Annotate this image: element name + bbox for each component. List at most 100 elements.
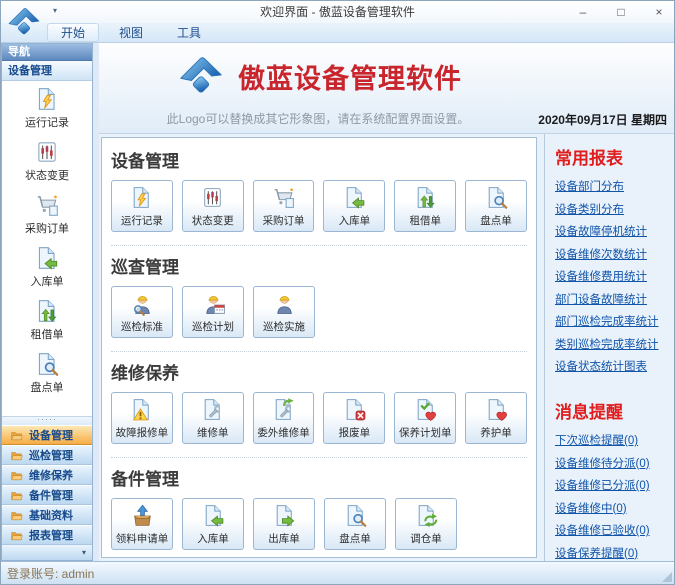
shortcut-button-label: 报废单: [339, 425, 371, 440]
shortcut-button-row: 巡检标准巡检计划巡检实施: [111, 286, 527, 338]
shortcut-button-row: 运行记录 状态变更采购订单入库单租借单 盘点单: [111, 180, 527, 232]
login-account-label: 登录账号: admin: [7, 565, 94, 582]
doc-wrench-icon: [200, 397, 225, 422]
shortcut-button[interactable]: 巡检标准: [111, 286, 173, 338]
shortcut-button[interactable]: 养护单: [465, 392, 527, 444]
shortcut-button-row: 故障报修单维修单委外维修单报废单 保养计划单养护单: [111, 392, 527, 444]
sidebar-item[interactable]: 采购订单: [2, 187, 92, 240]
shortcut-section: 设备管理运行记录状态变更采购订单入库单租借单盘点单: [111, 140, 527, 246]
shortcut-button[interactable]: 领料申请单: [111, 498, 173, 550]
menu-tab-start[interactable]: 开始: [47, 23, 99, 42]
report-link[interactable]: 部门巡检完成率统计: [555, 313, 670, 329]
nav-splitter-grip[interactable]: ·····: [2, 416, 92, 425]
cart-doc-icon: [34, 192, 60, 218]
doc-x-icon: [342, 397, 367, 422]
sidebar-item[interactable]: 盘点单: [2, 346, 92, 399]
shortcut-button[interactable]: 入库单: [323, 180, 385, 232]
folder-icon: [9, 429, 24, 442]
nav-button-label: 报表管理: [29, 527, 73, 543]
report-link[interactable]: 设备维修费用统计: [555, 268, 670, 284]
app-window: 欢迎界面 - 傲蓝设备管理软件 – □ × ▾ 开始视图工具 导航 设备管理 运…: [0, 0, 675, 585]
shortcut-button-label: 租借单: [409, 213, 441, 228]
shortcut-button[interactable]: 委外维修单: [253, 392, 315, 444]
shortcut-button[interactable]: 故障报修单: [111, 392, 173, 444]
shortcut-button-label: 入库单: [197, 531, 229, 546]
message-link[interactable]: 设备保养提醒(0): [555, 545, 670, 561]
doc-arrow-in-icon: [342, 185, 367, 210]
nav-button[interactable]: 基础资料: [2, 505, 92, 525]
nav-button[interactable]: 巡检管理: [2, 445, 92, 465]
section-title: 巡查管理: [111, 253, 527, 278]
sidebar-item-label: 状态变更: [25, 167, 69, 183]
welcome-content: 设备管理运行记录状态变更采购订单入库单租借单盘点单巡查管理巡检标准巡检计划巡检实…: [99, 134, 674, 561]
shortcut-button-label: 故障报修单: [116, 425, 169, 440]
message-link[interactable]: 设备维修已分派(0): [555, 477, 670, 493]
shortcut-button-label: 运行记录: [121, 213, 163, 228]
worker-icon: [272, 291, 297, 316]
nav-button[interactable]: 备件管理: [2, 485, 92, 505]
minimize-button[interactable]: –: [576, 5, 590, 19]
shortcut-button-label: 巡检实施: [263, 319, 305, 334]
nav-button[interactable]: 设备管理: [2, 425, 92, 445]
shortcut-button[interactable]: 采购订单: [253, 180, 315, 232]
nav-button-label: 备件管理: [29, 487, 73, 503]
close-button[interactable]: ×: [652, 5, 666, 19]
report-link[interactable]: 设备部门分布: [555, 178, 670, 194]
body: 导航 设备管理 运行记录状态变更采购订单入库单租借单盘点单 ····· 设备管理…: [1, 43, 674, 561]
doc-updown-icon: [413, 185, 438, 210]
title-bar: 欢迎界面 - 傲蓝设备管理软件 – □ ×: [1, 1, 674, 23]
message-link[interactable]: 设备维修中(0): [555, 500, 670, 516]
shortcut-button-row: 领料申请单 入库单 出库单盘点单调仓单: [111, 498, 527, 550]
shortcut-button[interactable]: 维修单: [182, 392, 244, 444]
report-link[interactable]: 设备故障停机统计: [555, 223, 670, 239]
report-link[interactable]: 设备类别分布: [555, 201, 670, 217]
shortcut-button[interactable]: 巡检计划: [182, 286, 244, 338]
maximize-button[interactable]: □: [614, 5, 628, 19]
report-link[interactable]: 部门设备故障统计: [555, 291, 670, 307]
shortcut-button[interactable]: 出库单: [253, 498, 315, 550]
sidebar-item[interactable]: 状态变更: [2, 134, 92, 187]
quick-access-dropdown-icon[interactable]: ▾: [53, 6, 57, 15]
report-link[interactable]: 设备维修次数统计: [555, 246, 670, 262]
nav-button[interactable]: 维修保养: [2, 465, 92, 485]
shortcut-button-label: 领料申请单: [116, 531, 169, 546]
nav-button-label: 巡检管理: [29, 447, 73, 463]
shortcut-button[interactable]: 盘点单: [465, 180, 527, 232]
welcome-header: 傲蓝设备管理软件 此Logo可以替换成其它形象图，请在系统配置界面设置。 202…: [99, 43, 674, 134]
message-link[interactable]: 设备维修待分派(0): [555, 455, 670, 471]
shortcut-button[interactable]: 调仓单: [395, 498, 457, 550]
shortcut-button[interactable]: 租借单: [394, 180, 456, 232]
nav-overflow-dropdown-icon[interactable]: ▾: [82, 548, 86, 557]
shortcut-section: 巡查管理巡检标准巡检计划巡检实施: [111, 246, 527, 352]
nav-group-header[interactable]: 设备管理: [2, 61, 92, 81]
sidebar-item[interactable]: 入库单: [2, 240, 92, 293]
shortcut-button[interactable]: 状态变更: [182, 180, 244, 232]
shortcut-button[interactable]: 报废单: [323, 392, 385, 444]
nav-button-label: 维修保养: [29, 467, 73, 483]
shortcut-button[interactable]: 保养计划单: [394, 392, 456, 444]
shortcut-button-label: 养护单: [480, 425, 512, 440]
report-link[interactable]: 类别巡检完成率统计: [555, 336, 670, 352]
shortcut-button[interactable]: 入库单: [182, 498, 244, 550]
report-link[interactable]: 设备状态统计图表: [555, 358, 670, 374]
sidebar-item[interactable]: 运行记录: [2, 81, 92, 134]
messages-title: 消息提醒: [555, 398, 670, 423]
status-sliders-icon: [34, 139, 60, 165]
doc-search-icon: [484, 185, 509, 210]
nav-overflow-row[interactable]: ▾: [2, 545, 92, 560]
logo-hint-text: 此Logo可以替换成其它形象图，请在系统配置界面设置。: [99, 110, 537, 127]
nav-button[interactable]: 报表管理: [2, 525, 92, 545]
doc-warning-icon: [129, 397, 154, 422]
menu-tab-view[interactable]: 视图: [105, 23, 157, 42]
shortcut-button[interactable]: 运行记录: [111, 180, 173, 232]
message-link[interactable]: 下次巡检提醒(0): [555, 432, 670, 448]
main-area: 傲蓝设备管理软件 此Logo可以替换成其它形象图，请在系统配置界面设置。 202…: [99, 43, 674, 561]
menu-tab-tools[interactable]: 工具: [163, 23, 215, 42]
shortcut-section: 维修保养故障报修单维修单委外维修单报废单保养计划单养护单: [111, 352, 527, 458]
shortcut-button[interactable]: 巡检实施: [253, 286, 315, 338]
shortcut-button[interactable]: 盘点单: [324, 498, 386, 550]
message-link[interactable]: 设备维修已验收(0): [555, 522, 670, 538]
resize-grip-icon[interactable]: [662, 572, 672, 582]
shortcut-section: 备件管理领料申请单入库单出库单盘点单调仓单: [111, 458, 527, 558]
sidebar-item[interactable]: 租借单: [2, 293, 92, 346]
